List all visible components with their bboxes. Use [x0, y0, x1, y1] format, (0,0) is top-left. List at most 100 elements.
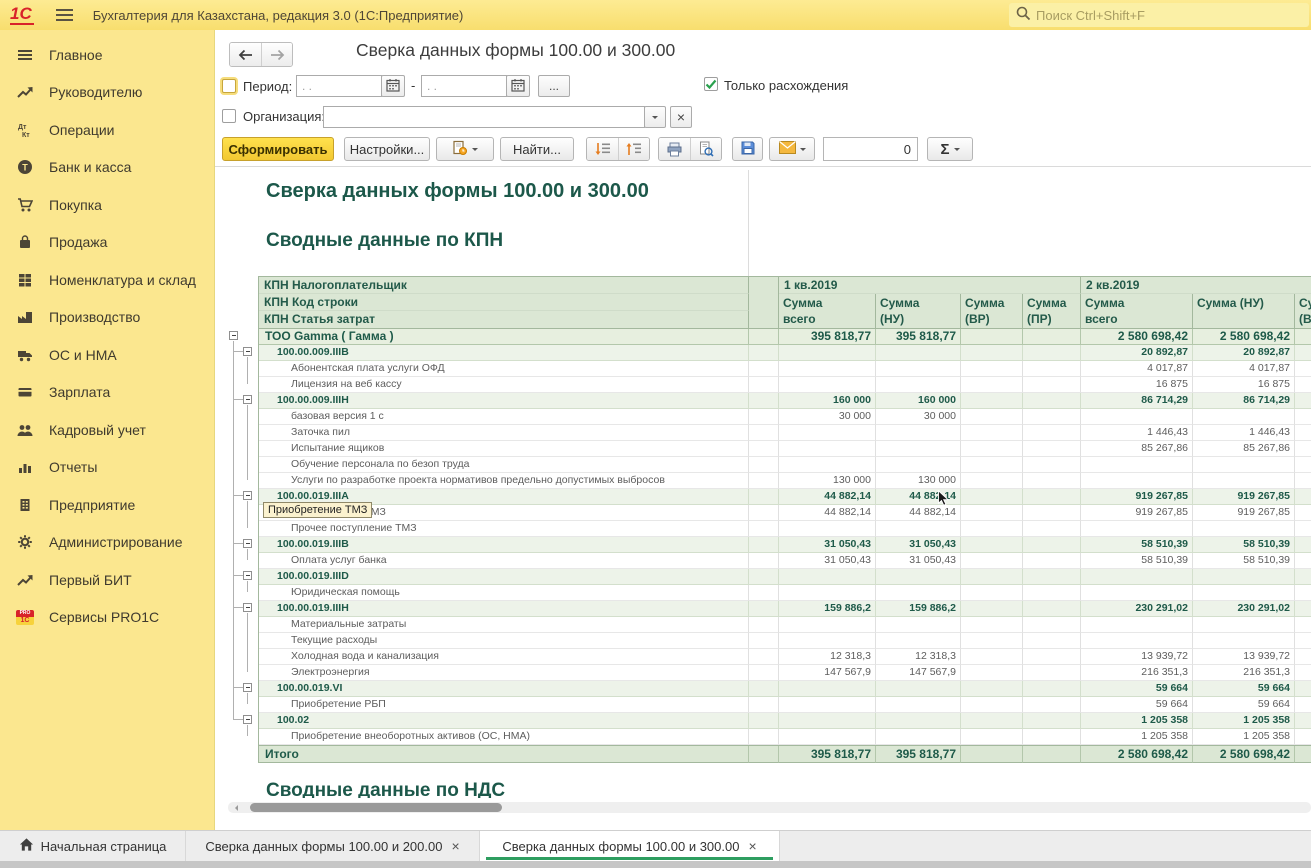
value-cell[interactable] [1023, 329, 1081, 345]
value-cell[interactable] [876, 441, 961, 457]
value-cell[interactable] [779, 617, 876, 633]
value-cell[interactable]: 58 510,39 [1081, 553, 1193, 569]
row-label[interactable]: 100.00.009.IIIB [259, 345, 749, 361]
value-cell[interactable] [1023, 729, 1081, 745]
value-cell[interactable]: 4 017,87 [1193, 361, 1295, 377]
global-search[interactable] [1009, 3, 1309, 27]
value-cell[interactable]: 216 351,3 [1081, 665, 1193, 681]
value-cell[interactable] [1295, 473, 1311, 489]
value-cell[interactable] [779, 361, 876, 377]
value-cell[interactable] [876, 681, 961, 697]
row-label[interactable]: Лицензия на веб кассу [259, 377, 749, 393]
value-cell[interactable] [1295, 746, 1311, 763]
organization-checkbox[interactable] [222, 109, 236, 123]
value-cell[interactable] [961, 361, 1023, 377]
value-cell[interactable] [1295, 617, 1311, 633]
row-label[interactable]: Итого [259, 746, 749, 763]
value-cell[interactable] [779, 441, 876, 457]
organization-clear-button[interactable]: × [670, 106, 692, 128]
value-cell[interactable]: 13 939,72 [1081, 649, 1193, 665]
value-cell[interactable]: 395 818,77 [876, 746, 961, 763]
group-expander[interactable] [243, 571, 252, 580]
value-cell[interactable] [1023, 345, 1081, 361]
value-cell[interactable] [1023, 505, 1081, 521]
value-cell[interactable] [1295, 681, 1311, 697]
value-cell[interactable] [1023, 409, 1081, 425]
value-cell[interactable] [961, 569, 1023, 585]
row-label[interactable]: Абонентская плата услуги ОФД [259, 361, 749, 377]
value-cell[interactable]: 919 267,85 [1193, 489, 1295, 505]
tab-home[interactable]: Начальная страница [0, 831, 186, 861]
value-cell[interactable]: 12 318,3 [876, 649, 961, 665]
value-cell[interactable] [1023, 473, 1081, 489]
company-expander[interactable] [229, 331, 238, 340]
group-expander[interactable] [243, 683, 252, 692]
group-expander[interactable] [243, 539, 252, 548]
find-button[interactable]: Найти... [500, 137, 574, 161]
value-cell[interactable] [779, 377, 876, 393]
value-cell[interactable]: 31 050,43 [876, 537, 961, 553]
value-cell[interactable] [1081, 633, 1193, 649]
value-cell[interactable] [1023, 681, 1081, 697]
value-cell[interactable]: 12 318,3 [779, 649, 876, 665]
row-label[interactable]: Прочее поступление ТМЗ [259, 521, 749, 537]
value-cell[interactable] [876, 713, 961, 729]
sidebar-item-5[interactable]: Покупка [0, 186, 214, 224]
sidebar-item-3[interactable]: ДтКтОперации [0, 111, 214, 149]
value-cell[interactable] [961, 425, 1023, 441]
value-cell[interactable] [779, 713, 876, 729]
row-label[interactable]: ТОО Gamma ( Гамма ) [259, 329, 749, 345]
value-cell[interactable] [961, 377, 1023, 393]
value-cell[interactable] [1023, 441, 1081, 457]
value-cell[interactable] [1023, 746, 1081, 763]
value-cell[interactable] [779, 425, 876, 441]
organization-input[interactable] [323, 106, 645, 128]
value-cell[interactable] [1023, 425, 1081, 441]
value-cell[interactable] [1295, 457, 1311, 473]
value-cell[interactable] [876, 425, 961, 441]
value-cell[interactable]: 230 291,02 [1193, 601, 1295, 617]
value-cell[interactable] [961, 345, 1023, 361]
value-cell[interactable]: 20 892,87 [1193, 345, 1295, 361]
row-label[interactable]: Обучение персонала по безоп труда [259, 457, 749, 473]
value-cell[interactable] [876, 729, 961, 745]
value-cell[interactable] [1295, 425, 1311, 441]
value-cell[interactable] [876, 585, 961, 601]
value-cell[interactable] [961, 633, 1023, 649]
value-cell[interactable] [961, 505, 1023, 521]
date-to-calendar-button[interactable] [506, 75, 530, 97]
value-cell[interactable]: 59 664 [1081, 697, 1193, 713]
value-cell[interactable] [961, 665, 1023, 681]
value-cell[interactable] [961, 553, 1023, 569]
value-cell[interactable]: 58 510,39 [1193, 537, 1295, 553]
value-cell[interactable] [961, 457, 1023, 473]
row-label[interactable]: Юридическая помощь [259, 585, 749, 601]
value-cell[interactable]: 395 818,77 [779, 329, 876, 345]
value-cell[interactable]: 2 580 698,42 [1081, 746, 1193, 763]
value-cell[interactable] [779, 521, 876, 537]
value-cell[interactable] [779, 681, 876, 697]
value-cell[interactable]: 2 580 698,42 [1081, 329, 1193, 345]
row-label[interactable]: Оплата услуг банка [259, 553, 749, 569]
date-to-input[interactable] [421, 75, 507, 97]
value-cell[interactable]: 58 510,39 [1193, 553, 1295, 569]
expand-groups-button[interactable] [618, 138, 649, 160]
value-cell[interactable]: 919 267,85 [1081, 489, 1193, 505]
value-cell[interactable] [876, 697, 961, 713]
value-cell[interactable] [961, 713, 1023, 729]
value-cell[interactable]: 159 886,2 [876, 601, 961, 617]
settings-button[interactable]: Настройки... [344, 137, 430, 161]
sidebar-item-11[interactable]: Кадровый учет [0, 411, 214, 449]
value-cell[interactable]: 1 205 358 [1081, 729, 1193, 745]
close-icon[interactable]: × [451, 838, 459, 854]
group-expander[interactable] [243, 347, 252, 356]
collapse-groups-button[interactable] [587, 138, 618, 160]
value-cell[interactable]: 44 882,14 [779, 489, 876, 505]
row-label[interactable]: 100.00.019.IIID [259, 569, 749, 585]
value-cell[interactable]: 216 351,3 [1193, 665, 1295, 681]
value-cell[interactable] [961, 393, 1023, 409]
value-cell[interactable] [961, 409, 1023, 425]
value-cell[interactable]: 1 205 358 [1193, 729, 1295, 745]
value-cell[interactable] [1023, 697, 1081, 713]
value-cell[interactable] [1295, 649, 1311, 665]
